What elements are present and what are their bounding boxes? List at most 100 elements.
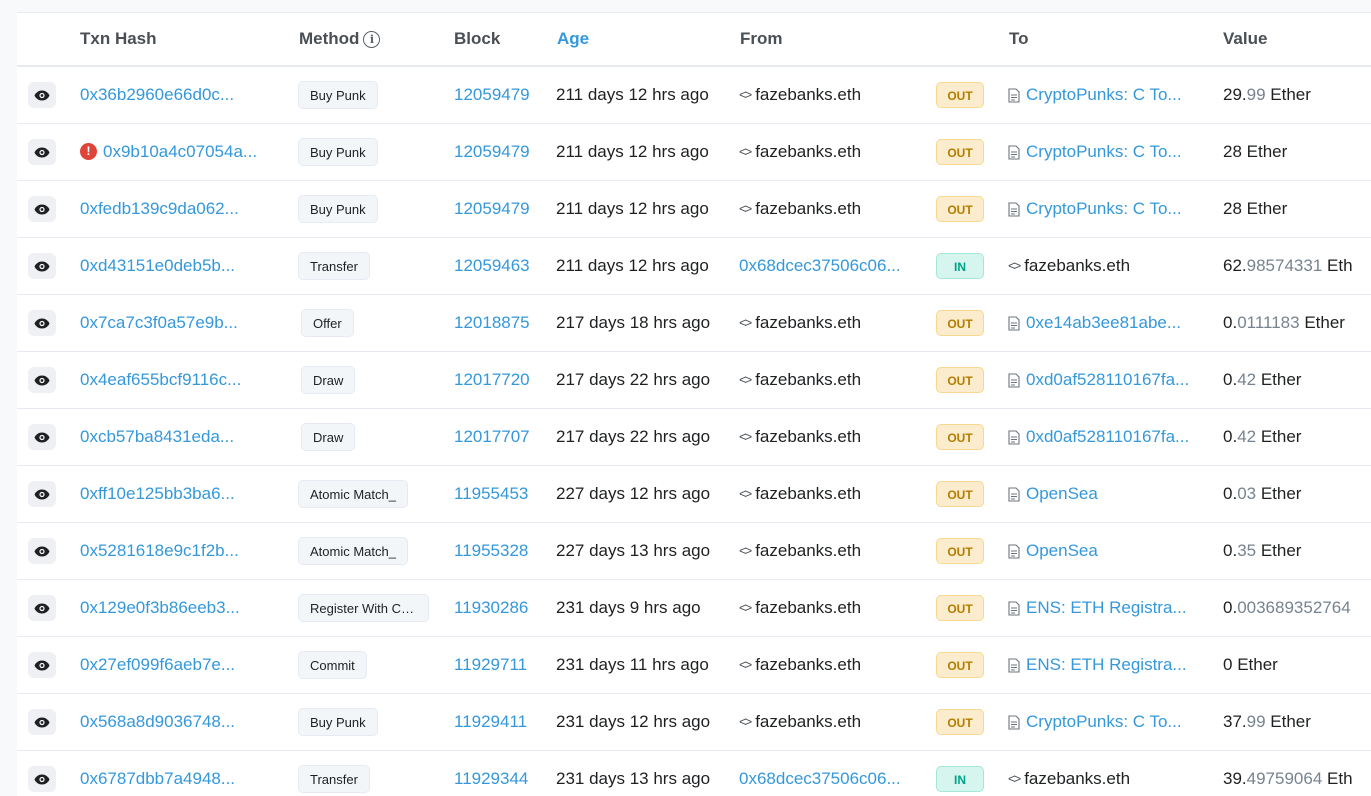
method-badge: Commit — [298, 651, 367, 679]
to-address-link[interactable]: CryptoPunks: C To... — [1026, 142, 1182, 162]
view-details-button[interactable] — [28, 595, 56, 621]
block-link[interactable]: 12059479 — [454, 199, 530, 219]
eye-icon — [34, 603, 50, 613]
method-badge: Buy Punk — [298, 138, 378, 166]
method-badge: Buy Punk — [298, 708, 378, 736]
table-row: 0xfedb139c9da062... Buy Punk 12059479 211 d… — [17, 181, 1371, 238]
to-address-link[interactable]: CryptoPunks: C To... — [1026, 199, 1182, 219]
to-address-link[interactable]: OpenSea — [1026, 484, 1098, 504]
to-address-link[interactable]: 0xd0af528110167fa... — [1026, 427, 1189, 447]
ens-code-icon: <> — [739, 657, 752, 672]
value-unit: Ether — [1256, 370, 1302, 389]
view-details-button[interactable] — [28, 253, 56, 279]
block-link[interactable]: 12018875 — [454, 313, 530, 333]
eye-icon — [34, 546, 50, 556]
age-text: 217 days 22 hrs ago — [556, 370, 711, 389]
txn-hash-link[interactable]: 0xd43151e0deb5b... — [80, 256, 255, 276]
value-text: 28 Ether — [1223, 199, 1287, 219]
eye-icon — [34, 660, 50, 670]
age-text: 227 days 13 hrs ago — [556, 541, 711, 560]
view-details-button[interactable] — [28, 709, 56, 735]
from-address-link[interactable]: fazebanks.eth — [755, 142, 861, 162]
header-from: From — [740, 29, 783, 48]
from-address-link[interactable]: fazebanks.eth — [755, 199, 861, 219]
block-link[interactable]: 12059479 — [454, 142, 530, 162]
view-details-button[interactable] — [28, 481, 56, 507]
txn-hash-link[interactable]: 0x6787dbb7a4948... — [80, 769, 255, 789]
to-address-link[interactable]: ENS: ETH Registra... — [1026, 598, 1187, 618]
view-details-button[interactable] — [28, 82, 56, 108]
eye-icon — [34, 774, 50, 784]
from-address: <> fazebanks.eth — [739, 370, 861, 390]
value-integer: 62. — [1223, 256, 1247, 275]
txn-hash-link[interactable]: 0x27ef099f6aeb7e... — [80, 655, 255, 675]
from-address-link[interactable]: fazebanks.eth — [755, 427, 861, 447]
value-unit: Ether — [1299, 313, 1345, 332]
from-address-link[interactable]: 0x68dcec37506c06... — [739, 256, 911, 276]
block-link[interactable]: 11930286 — [454, 598, 528, 618]
txn-hash-link[interactable]: 0x4eaf655bcf9116c... — [80, 370, 255, 390]
view-details-button[interactable] — [28, 424, 56, 450]
to-address-link[interactable]: OpenSea — [1026, 541, 1098, 561]
block-link[interactable]: 11955453 — [454, 484, 528, 504]
block-link[interactable]: 11929344 — [454, 769, 528, 789]
from-address-link[interactable]: fazebanks.eth — [755, 541, 861, 561]
header-age[interactable]: Age — [557, 29, 589, 49]
to-address: CryptoPunks: C To... — [1008, 142, 1182, 162]
txn-hash-link[interactable]: 0xfedb139c9da062... — [80, 199, 255, 219]
block-link[interactable]: 11929711 — [454, 655, 527, 675]
view-details-button[interactable] — [28, 196, 56, 222]
view-details-button[interactable] — [28, 367, 56, 393]
block-link[interactable]: 12017707 — [454, 427, 530, 447]
direction-badge: OUT — [936, 595, 984, 621]
view-details-button[interactable] — [28, 766, 56, 792]
from-address-link[interactable]: fazebanks.eth — [755, 484, 861, 504]
to-address-link[interactable]: 0xd0af528110167fa... — [1026, 370, 1189, 390]
txn-hash-link[interactable]: 0xff10e125bb3ba6... — [80, 484, 255, 504]
from-address-link[interactable]: fazebanks.eth — [755, 598, 861, 618]
from-address-link[interactable]: fazebanks.eth — [755, 85, 861, 105]
from-address-link[interactable]: 0x68dcec37506c06... — [739, 769, 911, 789]
txn-hash-link[interactable]: 0x129e0f3b86eeb3... — [80, 598, 255, 618]
table-row: 0xff10e125bb3ba6... Atomic Match_ 11955453… — [17, 466, 1371, 523]
from-address-link[interactable]: fazebanks.eth — [755, 712, 861, 732]
view-details-button[interactable] — [28, 538, 56, 564]
to-address-link[interactable]: 0xe14ab3ee81abe... — [1026, 313, 1181, 333]
header-method: Method i — [299, 29, 381, 49]
to-address-link[interactable]: CryptoPunks: C To... — [1026, 712, 1182, 732]
info-icon[interactable]: i — [363, 31, 381, 48]
from-address-link[interactable]: fazebanks.eth — [755, 313, 861, 333]
from-address: <> fazebanks.eth — [739, 484, 861, 504]
view-details-button[interactable] — [28, 652, 56, 678]
view-details-button[interactable] — [28, 310, 56, 336]
age-text: 231 days 9 hrs ago — [556, 598, 701, 617]
block-link[interactable]: 11929411 — [454, 712, 527, 732]
txn-hash-link[interactable]: 0x5281618e9c1f2b... — [80, 541, 255, 561]
from-address-link[interactable]: fazebanks.eth — [755, 370, 861, 390]
to-address-link[interactable]: CryptoPunks: C To... — [1026, 85, 1182, 105]
txn-hash-link[interactable]: 0x9b10a4c07054a... — [103, 142, 281, 162]
txn-hash-link[interactable]: 0x568a8d9036748... — [80, 712, 255, 732]
txn-hash-link[interactable]: 0x7ca7c3f0a57e9b... — [80, 313, 255, 333]
block-link[interactable]: 12059463 — [454, 256, 530, 276]
block-link[interactable]: 11955328 — [454, 541, 528, 561]
block-link[interactable]: 12059479 — [454, 85, 530, 105]
ens-code-icon: <> — [739, 372, 752, 387]
value-integer: 0. — [1223, 370, 1238, 389]
to-address-link[interactable]: fazebanks.eth — [1024, 256, 1130, 276]
txn-hash-link[interactable]: 0xcb57ba8431eda... — [80, 427, 255, 447]
from-address-link[interactable]: fazebanks.eth — [755, 655, 861, 675]
table-body: 0x36b2960e66d0c... Buy Punk 12059479 211 da… — [17, 67, 1371, 796]
to-address-link[interactable]: ENS: ETH Registra... — [1026, 655, 1187, 675]
value-fraction: 0111183 — [1237, 313, 1300, 332]
table-row: 0x5281618e9c1f2b... Atomic Match_ 11955328… — [17, 523, 1371, 580]
value-text: 0.42 Ether — [1223, 370, 1301, 390]
value-fraction: 42 — [1237, 370, 1257, 389]
to-address: 0xe14ab3ee81abe... — [1008, 313, 1181, 333]
to-address-link[interactable]: fazebanks.eth — [1024, 769, 1130, 789]
block-link[interactable]: 12017720 — [454, 370, 530, 390]
view-details-button[interactable] — [28, 139, 56, 165]
contract-file-icon — [1008, 144, 1020, 160]
from-address: <> fazebanks.eth — [739, 655, 861, 675]
txn-hash-link[interactable]: 0x36b2960e66d0c... — [80, 85, 255, 105]
